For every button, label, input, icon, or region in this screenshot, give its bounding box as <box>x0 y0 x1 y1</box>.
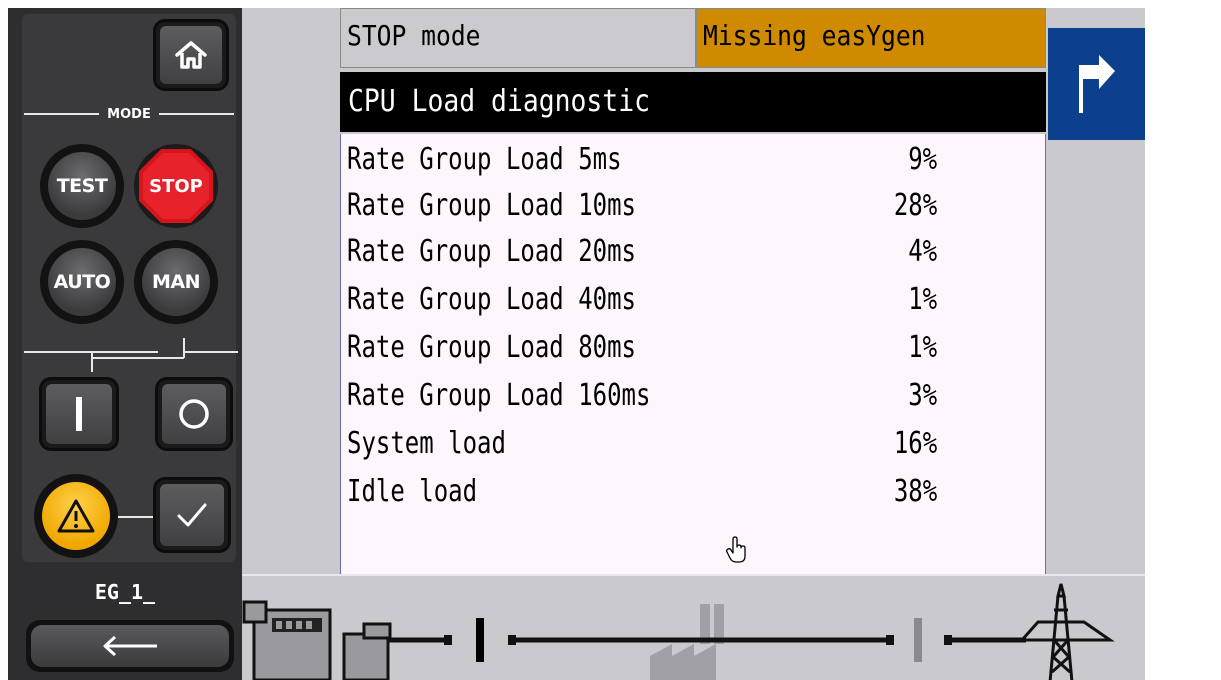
check-icon <box>177 503 207 527</box>
back-button[interactable] <box>26 620 234 672</box>
breaker-off-icon <box>179 399 209 429</box>
list-item: Rate Group Load 160ms 3% <box>341 374 1041 420</box>
mode-divider: MODE <box>24 104 235 124</box>
row-label: Rate Group Load 80ms <box>347 330 636 365</box>
single-line-diagram-graphic <box>242 583 1115 680</box>
test-button[interactable]: TEST <box>40 144 124 228</box>
device-name: EG_1_ <box>94 580 156 604</box>
row-value: 9% <box>908 142 937 177</box>
page-title-bar: CPU Load diagnostic <box>340 72 1046 132</box>
mains-breaker-icon <box>914 618 922 662</box>
mode-status-text: STOP mode <box>347 19 481 52</box>
next-page-button[interactable] <box>1048 28 1145 140</box>
warning-icon <box>57 499 95 533</box>
list-item: Rate Group Load 20ms 4% <box>341 230 1041 276</box>
list-item: System load 16% <box>341 422 1041 468</box>
auto-button[interactable]: AUTO <box>40 240 124 324</box>
row-label: Rate Group Load 20ms <box>347 234 636 269</box>
list-item: Rate Group Load 5ms 9% <box>341 138 1041 184</box>
row-label: Rate Group Load 5ms <box>347 142 622 177</box>
row-value: 16% <box>893 426 937 461</box>
row-label: System load <box>347 426 506 461</box>
generator-icon <box>342 622 392 680</box>
alarm-link-line <box>112 516 162 518</box>
man-button[interactable]: MAN <box>134 240 218 324</box>
control-panel: MODE TEST STOP AUTO MAN EG_1_ <box>8 8 242 680</box>
breaker-on-icon <box>76 397 82 431</box>
row-value: 1% <box>908 282 937 317</box>
mode-status: STOP mode <box>340 8 696 68</box>
turn-right-arrow-icon <box>1078 55 1115 113</box>
mode-label: MODE <box>107 106 151 122</box>
list-item: Idle load 38% <box>341 470 1041 516</box>
home-button[interactable] <box>156 22 226 88</box>
list-item: Rate Group Load 10ms 28% <box>341 184 1041 230</box>
row-value: 38% <box>893 474 937 509</box>
page-title: CPU Load diagnostic <box>348 84 650 119</box>
breaker-close-button[interactable] <box>42 380 116 448</box>
acknowledge-button[interactable] <box>156 480 228 550</box>
diagnostic-list: Rate Group Load 5ms 9% Rate Group Load 1… <box>340 134 1046 574</box>
hmi-frame: MODE TEST STOP AUTO MAN EG_1_ STOP mode … <box>8 8 1145 680</box>
single-line-diagram <box>242 574 1145 680</box>
list-item: Rate Group Load 80ms 1% <box>341 326 1041 372</box>
row-label: Rate Group Load 40ms <box>347 282 636 317</box>
engine-icon <box>242 600 332 680</box>
row-value: 4% <box>908 234 937 269</box>
row-value: 28% <box>893 188 937 223</box>
power-tower-icon <box>1018 583 1115 680</box>
home-icon <box>175 41 207 69</box>
row-value: 3% <box>908 378 937 413</box>
row-label: Rate Group Load 10ms <box>347 188 636 223</box>
row-label: Idle load <box>347 474 478 509</box>
hand-cursor-icon <box>726 536 746 563</box>
stop-button[interactable]: STOP <box>134 144 218 228</box>
alarm-status[interactable]: Missing easYgen <box>696 8 1046 68</box>
alarm-status-text: Missing easYgen <box>703 19 926 52</box>
row-value: 1% <box>908 330 937 365</box>
breaker-open-button[interactable] <box>158 380 230 448</box>
alarm-button[interactable] <box>34 474 118 558</box>
generator-breaker-icon <box>476 618 484 662</box>
list-item: Rate Group Load 40ms 1% <box>341 278 1041 324</box>
row-label: Rate Group Load 160ms <box>347 378 651 413</box>
arrow-left-icon <box>103 635 157 657</box>
breaker-symbol <box>24 338 238 372</box>
